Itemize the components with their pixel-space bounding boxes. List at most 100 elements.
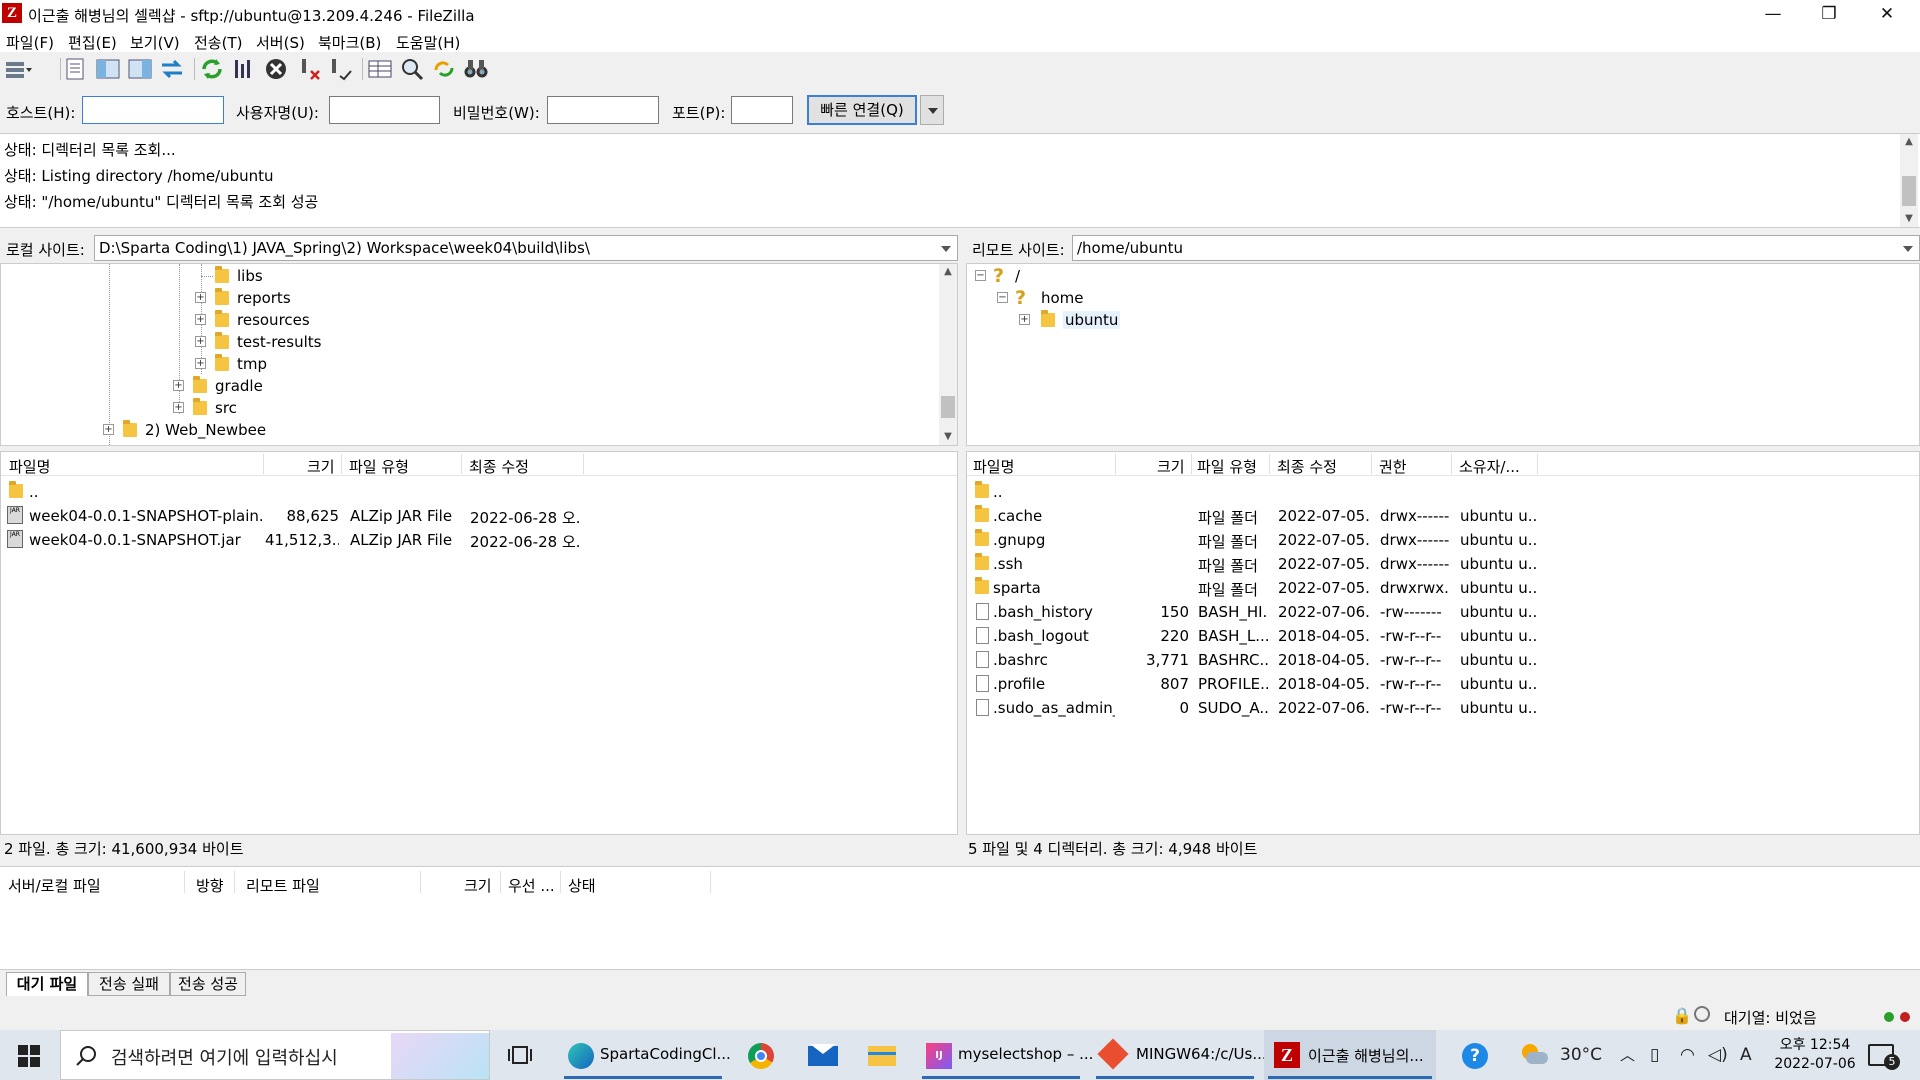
- taskbar-app-chrome[interactable]: [734, 1030, 790, 1080]
- tab-queued-files[interactable]: 대기 파일: [6, 972, 88, 996]
- taskbar-app-file-explorer[interactable]: [854, 1030, 910, 1080]
- tree-node-libs[interactable]: libs: [1, 265, 941, 287]
- tree-node-web-newbee[interactable]: + 2) Web_Newbee: [1, 419, 941, 441]
- process-queue-icon[interactable]: [230, 56, 258, 82]
- taskbar-app-intellij[interactable]: IJ myselectshop – ...: [918, 1030, 1093, 1080]
- list-item[interactable]: .bash_logout 220 BASH_L... 2018-04-05... -rw…: [967, 624, 1919, 648]
- expand-icon[interactable]: +: [195, 358, 206, 369]
- weather-icon[interactable]: [1520, 1042, 1548, 1070]
- toggle-log-icon[interactable]: [62, 56, 90, 82]
- host-input[interactable]: [82, 96, 224, 124]
- list-item[interactable]: .bashrc 3,771 BASHRC... 2018-04-05... -rw-r-…: [967, 648, 1919, 672]
- expand-icon[interactable]: +: [195, 292, 206, 303]
- taskbar-app-filezilla[interactable]: Z 이근출 해병님의...: [1264, 1030, 1436, 1080]
- taskbar-search-box[interactable]: 검색하려면 여기에 입력하십시: [60, 1030, 490, 1080]
- menu-help[interactable]: 도움말(H): [396, 32, 460, 53]
- column-header-owner[interactable]: 소유자/...: [1459, 456, 1520, 477]
- search-icon[interactable]: [398, 56, 426, 82]
- taskbar-app-git-bash[interactable]: MINGW64:/c/Us...: [1092, 1030, 1267, 1080]
- list-item[interactable]: .profile 807 PROFILE... 2018-04-05... -rw-r-…: [967, 672, 1919, 696]
- column-header-type[interactable]: 파일 유형: [349, 456, 409, 477]
- wifi-icon[interactable]: ◠: [1680, 1030, 1695, 1080]
- queue-column-direction[interactable]: 방향: [196, 875, 224, 896]
- username-input[interactable]: [329, 96, 440, 124]
- tree-node-tmp[interactable]: + tmp: [1, 353, 941, 375]
- menu-edit[interactable]: 편집(E): [68, 32, 117, 53]
- log-scrollbar[interactable]: ▲ ▼: [1900, 134, 1918, 227]
- expand-icon[interactable]: +: [1019, 314, 1030, 325]
- toggle-queue-icon[interactable]: [158, 56, 186, 82]
- reconnect-icon[interactable]: [326, 56, 354, 82]
- task-view-icon[interactable]: [508, 1044, 532, 1066]
- local-tree-scrollbar[interactable]: ▲ ▼: [939, 264, 957, 445]
- tree-node-ubuntu[interactable]: + ubuntu: [967, 309, 1867, 331]
- tree-node-gradle[interactable]: + gradle: [1, 375, 941, 397]
- queue-column-local-file[interactable]: 서버/로컬 파일: [8, 875, 101, 896]
- menu-view[interactable]: 보기(V): [130, 32, 180, 53]
- find-files-binoculars-icon[interactable]: [462, 56, 490, 82]
- ime-indicator[interactable]: A: [1740, 1030, 1752, 1080]
- port-input[interactable]: [731, 96, 793, 124]
- expand-icon[interactable]: +: [195, 336, 206, 347]
- column-header-size[interactable]: 크기: [1157, 456, 1185, 477]
- password-input[interactable]: [547, 96, 659, 124]
- collapse-icon[interactable]: −: [975, 270, 986, 281]
- expand-icon[interactable]: +: [195, 314, 206, 325]
- collapse-icon[interactable]: −: [997, 292, 1008, 303]
- list-item[interactable]: sparta 파일 폴더 2022-07-05... drwxrwx... ubuntu…: [967, 576, 1919, 600]
- column-header-size[interactable]: 크기: [307, 456, 335, 477]
- weather-temperature[interactable]: 30°C: [1560, 1030, 1602, 1080]
- column-header-filename[interactable]: 파일명: [973, 456, 1014, 477]
- list-item[interactable]: .sudo_as_admin_... 0 SUDO_A... 2022-07-06..…: [967, 696, 1919, 720]
- clock-date[interactable]: 2022-07-06: [1766, 1056, 1864, 1072]
- refresh-icon[interactable]: [198, 56, 226, 82]
- menu-transfer[interactable]: 전송(T): [194, 32, 242, 53]
- tab-failed-transfers[interactable]: 전송 실패: [88, 972, 170, 996]
- toggle-local-tree-icon[interactable]: [94, 56, 122, 82]
- minimize-button[interactable]: —: [1744, 0, 1802, 28]
- quickconnect-button[interactable]: 빠른 연결(Q): [807, 95, 917, 125]
- list-item[interactable]: .ssh 파일 폴더 2022-07-05... drwx------ ubuntu u…: [967, 552, 1919, 576]
- cancel-operation-icon[interactable]: [262, 56, 290, 82]
- close-button[interactable]: ✕: [1858, 0, 1916, 28]
- volume-icon[interactable]: ◁): [1708, 1030, 1728, 1080]
- taskbar-app-mail[interactable]: [796, 1030, 852, 1080]
- column-header-modified[interactable]: 최종 수정: [1277, 456, 1337, 477]
- tree-node-home[interactable]: − ? home: [967, 287, 1867, 309]
- queue-column-size[interactable]: 크기: [464, 875, 492, 896]
- expand-icon[interactable]: +: [173, 380, 184, 391]
- remote-path-combobox[interactable]: /home/ubuntu: [1072, 235, 1920, 261]
- list-item[interactable]: JAR week04-0.0.1-SNAPSHOT.jar 41,512,3..…: [1, 528, 957, 552]
- menu-file[interactable]: 파일(F): [6, 32, 54, 53]
- device-icon[interactable]: ▯: [1650, 1030, 1659, 1080]
- list-item[interactable]: ..: [967, 480, 1919, 504]
- queue-column-priority[interactable]: 우선 ...: [508, 875, 555, 896]
- clock-time[interactable]: 오후 12:54: [1770, 1034, 1860, 1054]
- maximize-button[interactable]: ❐: [1800, 0, 1858, 28]
- list-item[interactable]: .cache 파일 폴더 2022-07-05... drwx------ ubuntu…: [967, 504, 1919, 528]
- sync-browse-icon[interactable]: [430, 56, 458, 82]
- expand-icon[interactable]: +: [103, 424, 114, 435]
- quickconnect-history-dropdown[interactable]: [920, 95, 944, 125]
- help-icon[interactable]: ?: [1462, 1043, 1488, 1069]
- tree-node-test-results[interactable]: + test-results: [1, 331, 941, 353]
- menu-bookmarks[interactable]: 북마크(B): [318, 32, 381, 53]
- tab-successful-transfers[interactable]: 전송 성공: [170, 972, 246, 996]
- list-item[interactable]: .bash_history 150 BASH_HI... 2022-07-06...-…: [967, 600, 1919, 624]
- windows-start-icon[interactable]: [18, 1045, 40, 1067]
- column-header-filename[interactable]: 파일명: [9, 456, 50, 477]
- chevron-up-icon[interactable]: ︿: [1620, 1030, 1635, 1080]
- expand-icon[interactable]: +: [173, 402, 184, 413]
- tree-node-root[interactable]: − ? /: [967, 265, 1867, 287]
- column-header-type[interactable]: 파일 유형: [1197, 456, 1257, 477]
- list-item[interactable]: JAR week04-0.0.1-SNAPSHOT-plain.jar 88,6…: [1, 504, 957, 528]
- taskbar-app-edge[interactable]: SpartaCodingCl...: [560, 1030, 731, 1080]
- queue-column-status[interactable]: 상태: [568, 875, 596, 896]
- toggle-remote-tree-icon[interactable]: [126, 56, 154, 82]
- tree-node-src[interactable]: + src: [1, 397, 941, 419]
- disconnect-icon[interactable]: [296, 56, 324, 82]
- list-item[interactable]: ..: [1, 480, 957, 504]
- queue-column-remote-file[interactable]: 리모트 파일: [246, 875, 320, 896]
- site-manager-icon[interactable]: [4, 56, 32, 82]
- list-item[interactable]: .gnupg 파일 폴더 2022-07-05... drwx------ ubuntu…: [967, 528, 1919, 552]
